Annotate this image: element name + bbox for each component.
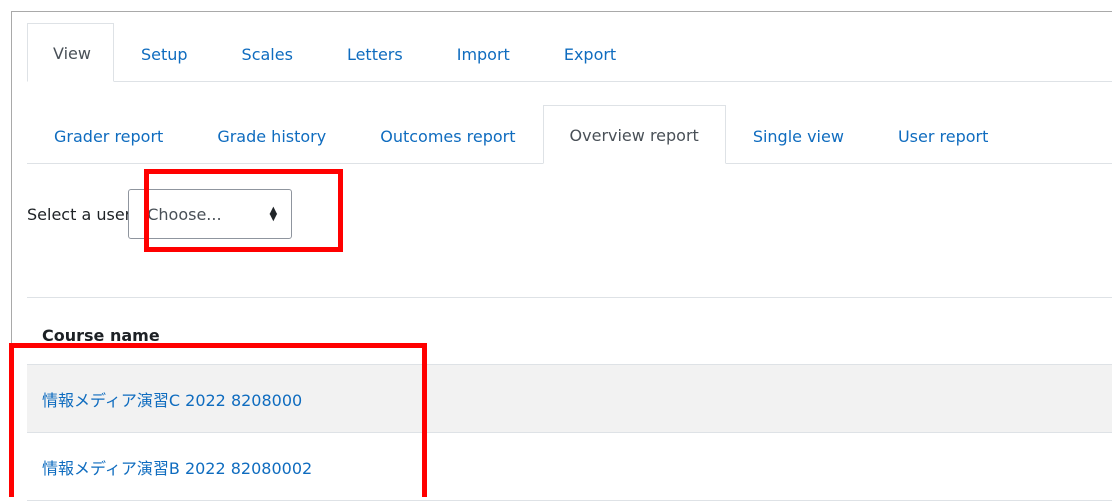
tab-grade-history[interactable]: Grade history (190, 105, 353, 164)
sort-arrows-icon: ▲ ▼ (269, 205, 278, 223)
user-selector: Select a user Choose... ▲ ▼ (27, 185, 293, 243)
tab-single-view[interactable]: Single view (726, 105, 871, 164)
user-select-value: Choose... (147, 204, 222, 224)
user-select-dropdown[interactable]: Choose... ▲ ▼ (128, 189, 293, 239)
table-row: 情報メディア演習B 2022 82080002 (27, 433, 1112, 501)
primary-tabs: View Setup Scales Letters Import Export (27, 22, 1112, 82)
tab-export[interactable]: Export (537, 23, 643, 82)
tab-user-report[interactable]: User report (871, 105, 1015, 164)
tab-view[interactable]: View (27, 23, 114, 82)
column-header-course-name: Course name (27, 298, 1112, 365)
tab-scales[interactable]: Scales (215, 23, 320, 82)
report-tabs: Grader report Grade history Outcomes rep… (27, 104, 1112, 164)
course-link[interactable]: 情報メディア演習B 2022 82080002 (42, 455, 312, 479)
course-table: Course name 情報メディア演習C 2022 8208000 情報メディ… (27, 298, 1112, 501)
select-user-label: Select a user (27, 204, 132, 224)
tab-grader-report[interactable]: Grader report (27, 105, 190, 164)
table-row: 情報メディア演習C 2022 8208000 (27, 365, 1112, 433)
top-strip (0, 0, 1112, 11)
tab-letters[interactable]: Letters (320, 23, 430, 82)
tab-outcomes-report[interactable]: Outcomes report (353, 105, 542, 164)
course-link[interactable]: 情報メディア演習C 2022 8208000 (42, 387, 302, 411)
tab-overview-report[interactable]: Overview report (542, 105, 726, 164)
tab-import[interactable]: Import (430, 23, 537, 82)
tab-setup[interactable]: Setup (114, 23, 215, 82)
